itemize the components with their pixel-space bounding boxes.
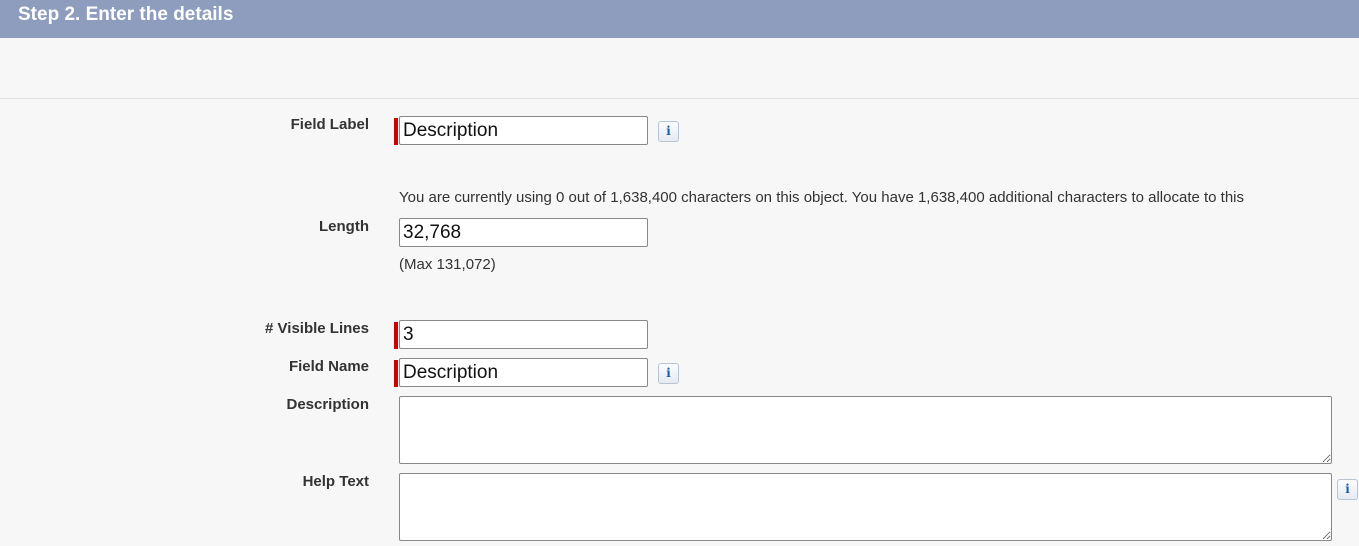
field-name-label: Field Name xyxy=(288,358,369,375)
field-name-info-icon[interactable]: i xyxy=(658,363,679,384)
length-max-note: (Max 131,072) xyxy=(399,256,496,273)
character-usage-note: You are currently using 0 out of 1,638,4… xyxy=(399,189,1245,206)
field-label-info-icon[interactable]: i xyxy=(658,121,679,142)
required-marker xyxy=(394,322,398,349)
help-text-label: Help Text xyxy=(302,473,369,490)
length-input[interactable] xyxy=(399,218,648,247)
required-marker xyxy=(394,360,398,387)
section-title: Step 2. Enter the details xyxy=(18,4,234,25)
length-label: Length xyxy=(319,218,369,235)
field-label-input[interactable] xyxy=(399,116,648,145)
help-text-info-icon[interactable]: i xyxy=(1337,479,1358,500)
description-textarea[interactable] xyxy=(399,396,1332,464)
section-header: Step 2. Enter the details xyxy=(0,0,1359,38)
section-divider xyxy=(0,98,1359,99)
help-text-textarea[interactable] xyxy=(399,473,1332,541)
visible-lines-label: # Visible Lines xyxy=(265,320,369,337)
field-name-input[interactable] xyxy=(399,358,648,387)
field-label-label: Field Label xyxy=(290,116,369,133)
required-marker xyxy=(394,118,398,145)
visible-lines-input[interactable] xyxy=(399,320,648,349)
description-label: Description xyxy=(286,396,369,413)
